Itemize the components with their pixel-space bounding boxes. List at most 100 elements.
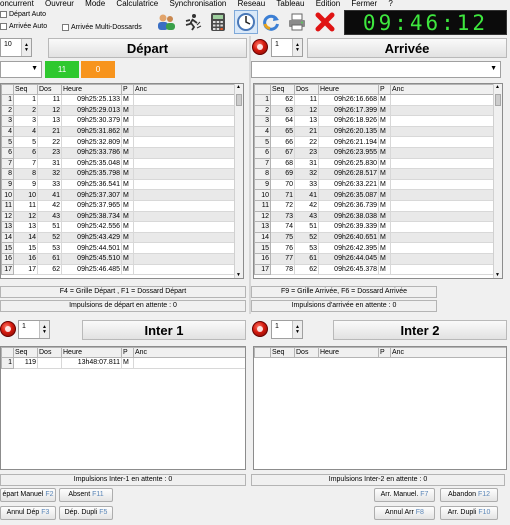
- table-cell[interactable]: 69: [270, 168, 295, 180]
- table-cell[interactable]: 61: [37, 252, 62, 265]
- table-cell[interactable]: 09h26:16.668: [318, 94, 379, 106]
- table-cell[interactable]: M: [121, 146, 134, 159]
- column-header[interactable]: Seq: [270, 84, 295, 95]
- menu-tableau[interactable]: Tableau: [276, 0, 304, 8]
- checkbox-box[interactable]: [0, 23, 7, 30]
- table-cell[interactable]: M: [378, 252, 391, 265]
- table-row[interactable]: 14 75 52 09h26:40.651 M: [254, 231, 495, 244]
- table-cell[interactable]: 09h25:37.307: [61, 189, 122, 201]
- table-cell[interactable]: 22: [294, 136, 319, 148]
- table-cell[interactable]: 68: [270, 157, 295, 170]
- inter1-grid[interactable]: Seq Dos Heure P Anc 1 119 13h48:07.811 M: [0, 346, 246, 470]
- table-row[interactable]: 1 119 13h48:07.811 M: [1, 357, 245, 369]
- table-cell[interactable]: [390, 104, 495, 117]
- table-cell[interactable]: M: [378, 168, 391, 180]
- table-cell[interactable]: [133, 263, 236, 276]
- table-cell[interactable]: M: [121, 221, 134, 233]
- table-cell[interactable]: M: [378, 242, 391, 254]
- depart-auto-checkbox[interactable]: Départ Auto: [0, 11, 46, 18]
- table-cell[interactable]: 62: [270, 94, 295, 106]
- table-cell[interactable]: M: [378, 136, 391, 148]
- multi-dossards-checkbox[interactable]: Arrivée Multi-Dossards: [62, 24, 142, 31]
- table-cell[interactable]: M: [121, 263, 134, 276]
- table-cell[interactable]: 43: [37, 210, 62, 223]
- table-cell[interactable]: [133, 189, 236, 201]
- table-row[interactable]: 6 67 23 09h26:23.955 M: [254, 146, 495, 159]
- row-number[interactable]: 3: [254, 115, 271, 127]
- table-cell[interactable]: 09h26:42.395: [318, 242, 379, 254]
- table-cell[interactable]: M: [121, 189, 134, 201]
- table-cell[interactable]: [390, 210, 495, 223]
- table-cell[interactable]: M: [378, 189, 391, 201]
- table-cell[interactable]: M: [378, 104, 391, 117]
- table-row[interactable]: 17 78 62 09h26:45.378 M: [254, 263, 495, 276]
- table-cell[interactable]: M: [121, 357, 134, 369]
- table-cell[interactable]: 72: [270, 199, 295, 212]
- table-cell[interactable]: M: [121, 242, 134, 254]
- table-cell[interactable]: 09h26:45.378: [318, 263, 379, 276]
- table-cell[interactable]: 119: [13, 357, 38, 369]
- column-header[interactable]: Heure: [61, 84, 122, 95]
- column-header[interactable]: P: [378, 347, 391, 358]
- row-number[interactable]: 1: [1, 94, 14, 106]
- clock-button[interactable]: [234, 10, 258, 34]
- row-number[interactable]: 1: [254, 94, 271, 106]
- table-cell[interactable]: M: [121, 168, 134, 180]
- row-number[interactable]: 13: [1, 221, 14, 233]
- table-cell[interactable]: 16: [13, 252, 38, 265]
- table-cell[interactable]: [390, 252, 495, 265]
- row-number[interactable]: 11: [1, 199, 14, 212]
- table-row[interactable]: 3 64 13 09h26:18.926 M: [254, 115, 495, 127]
- row-number[interactable]: 13: [254, 221, 271, 233]
- table-cell[interactable]: 52: [37, 231, 62, 244]
- menu-ouvreur[interactable]: Ouvreur: [45, 0, 74, 8]
- table-row[interactable]: 7 68 31 09h26:25.830 M: [254, 157, 495, 170]
- table-cell[interactable]: 65: [270, 125, 295, 138]
- table-cell[interactable]: 76: [270, 242, 295, 254]
- table-cell[interactable]: 09h25:42.556: [61, 221, 122, 233]
- table-cell[interactable]: [133, 115, 236, 127]
- table-row[interactable]: 12 12 43 09h25:38.734 M: [1, 210, 236, 223]
- table-cell[interactable]: 09h25:45.510: [61, 252, 122, 265]
- row-number[interactable]: 10: [1, 189, 14, 201]
- table-cell[interactable]: M: [121, 157, 134, 170]
- menu-calculatrice[interactable]: Calculatrice: [116, 0, 158, 8]
- table-cell[interactable]: 09h26:21.194: [318, 136, 379, 148]
- table-cell[interactable]: 13: [37, 115, 62, 127]
- table-cell[interactable]: M: [121, 94, 134, 106]
- row-number[interactable]: 12: [1, 210, 14, 223]
- print-button[interactable]: [285, 10, 309, 34]
- depart-scrollbar[interactable]: [234, 84, 243, 278]
- row-number[interactable]: 7: [1, 157, 14, 170]
- table-row[interactable]: 1 62 11 09h26:16.668 M: [254, 94, 495, 106]
- table-cell[interactable]: [133, 231, 236, 244]
- table-cell[interactable]: 13h48:07.811: [61, 357, 122, 369]
- table-row[interactable]: 15 76 53 09h26:42.395 M: [254, 242, 495, 254]
- table-row[interactable]: 7 7 31 09h25:35.048 M: [1, 157, 236, 170]
- table-cell[interactable]: 78: [270, 263, 295, 276]
- row-number[interactable]: 7: [254, 157, 271, 170]
- table-cell[interactable]: 9: [13, 178, 38, 191]
- table-cell[interactable]: [133, 242, 236, 254]
- absent-button[interactable]: Absent F11: [59, 488, 113, 502]
- table-cell[interactable]: 09h25:43.429: [61, 231, 122, 244]
- column-header[interactable]: Heure: [318, 84, 379, 95]
- table-row[interactable]: 8 8 32 09h25:35.798 M: [1, 168, 236, 180]
- calculator-button[interactable]: [206, 10, 230, 34]
- row-number[interactable]: 17: [254, 263, 271, 276]
- table-row[interactable]: 2 2 12 09h25:29.013 M: [1, 104, 236, 117]
- row-number[interactable]: 14: [1, 231, 14, 244]
- inter1-spin[interactable]: 1: [18, 320, 50, 339]
- table-row[interactable]: 11 72 42 09h26:36.739 M: [254, 199, 495, 212]
- table-row[interactable]: 3 3 13 09h25:30.379 M: [1, 115, 236, 127]
- table-row[interactable]: 16 16 61 09h25:45.510 M: [1, 252, 236, 265]
- row-number[interactable]: 16: [254, 252, 271, 265]
- column-header[interactable]: Anc: [390, 84, 495, 95]
- table-cell[interactable]: 61: [294, 252, 319, 265]
- annul-dep-button[interactable]: Annul Dép F3: [0, 506, 56, 520]
- table-cell[interactable]: 12: [13, 210, 38, 223]
- table-cell[interactable]: 33: [37, 178, 62, 191]
- row-number[interactable]: 16: [1, 252, 14, 265]
- table-cell[interactable]: 4: [13, 125, 38, 138]
- column-header[interactable]: Anc: [390, 347, 506, 358]
